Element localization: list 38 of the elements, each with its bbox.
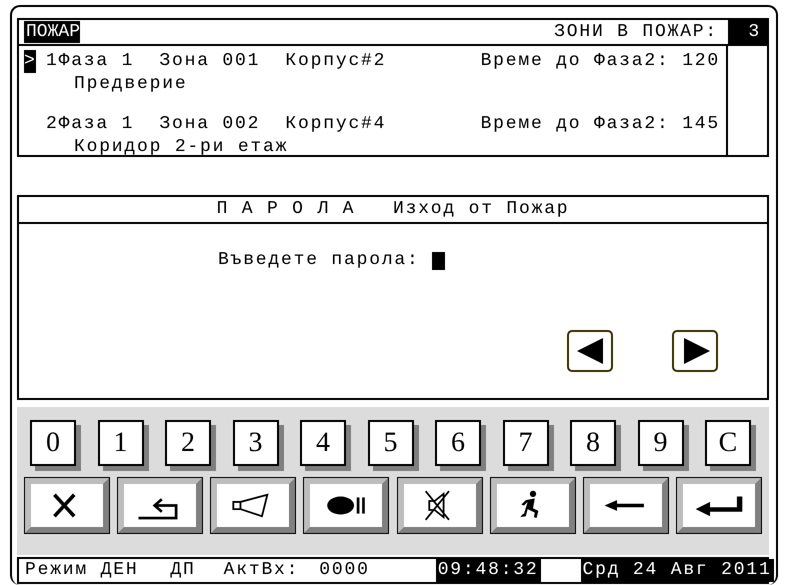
- status-text: Режим ДЕН: [24, 559, 140, 582]
- enter-arrow-icon: [696, 496, 742, 516]
- horn-button[interactable]: [211, 478, 296, 533]
- next-button[interactable]: [672, 330, 718, 372]
- mute-button[interactable]: [398, 478, 482, 533]
- phase-timer: Време до Фаза2: 145: [480, 113, 720, 136]
- zone-location: Предверие: [74, 73, 188, 96]
- zones-count: 3: [728, 20, 767, 44]
- return-button[interactable]: [118, 478, 202, 533]
- backspace-button[interactable]: [584, 478, 668, 533]
- muted-speaker-icon: [424, 490, 450, 521]
- password-prompt: Въведете парола:: [218, 250, 420, 270]
- close-icon: [52, 492, 76, 518]
- zone-info: 1Фаза 1 Зона 001 Корпус#2: [46, 50, 386, 73]
- right-triangle-icon: [684, 338, 710, 364]
- evacuate-button[interactable]: [490, 478, 575, 533]
- panel-title: ПОЖАР: [24, 21, 80, 43]
- status-text: 0000: [318, 559, 371, 582]
- megaphone-icon: [232, 494, 269, 518]
- previous-button[interactable]: [567, 330, 613, 372]
- bell-pause-icon: [328, 496, 366, 514]
- cancel-button[interactable]: [25, 478, 109, 533]
- bell-pause-button[interactable]: [304, 478, 388, 533]
- enter-button[interactable]: [676, 478, 761, 533]
- running-person-icon: [520, 490, 538, 518]
- left-arrow-icon: [604, 500, 644, 511]
- row-cursor: >: [24, 50, 36, 73]
- status-text: ДП: [169, 559, 197, 582]
- zones-label: ЗОНИ В ПОЖАР:: [554, 22, 718, 42]
- zone-info: 2Фаза 1 Зона 002 Корпус#4: [46, 113, 386, 136]
- status-text: АктВх:: [222, 559, 300, 582]
- phase-timer: Време до Фаза2: 120: [480, 50, 720, 73]
- status-text: 09:48:32: [436, 559, 541, 582]
- return-arrow-icon: [137, 498, 178, 520]
- left-triangle-icon: [577, 338, 603, 364]
- status-text: Срд 24 Авг 2011: [580, 559, 774, 582]
- zone-location: Коридор 2-ри етаж: [74, 136, 290, 159]
- dialog-title: П А Р О Л А Изход от Пожар: [216, 199, 570, 219]
